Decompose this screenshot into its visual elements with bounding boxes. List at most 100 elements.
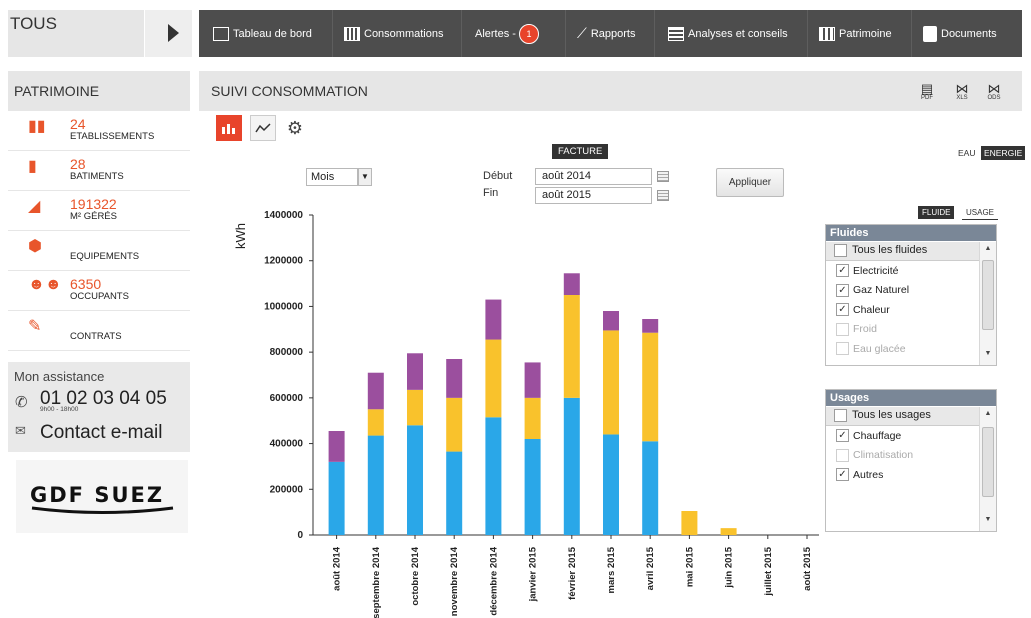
calendar-icon[interactable] [657,171,669,182]
bar-segment [407,425,423,535]
x-tick-label: février 2015 [567,546,578,600]
usages-option[interactable]: Climatisation [836,448,914,462]
usages-scrollbar[interactable]: ▲ ▼ [979,407,996,531]
scroll-thumb[interactable] [982,260,994,330]
bar-segment [367,372,384,410]
patrimoine-icon [819,26,835,41]
export-xls-button[interactable]: ⋈ XLS [952,82,972,101]
fluides-option[interactable]: ✓ Gaz Naturel [836,283,909,297]
nav-label: Rapports [590,27,636,40]
x-tick-label: août 2014 [332,546,343,591]
bar-segment [603,330,619,435]
fluides-option[interactable]: Eau glacée [836,342,906,355]
stat-label: EQUIPEMENTS [70,251,140,262]
checkbox[interactable] [834,409,847,422]
checkbox[interactable] [836,322,849,336]
period-select[interactable]: Mois [306,168,358,186]
bar-segment [642,332,659,442]
contact-email-link[interactable]: Contact e-mail [40,422,163,444]
checkbox[interactable]: ✓ [836,264,849,277]
debut-input[interactable]: août 2014 [535,168,652,185]
logo-swoosh [31,506,174,514]
bar-segment [367,435,384,535]
bar-segment [485,417,502,535]
nav-rapports[interactable]: ⟋ Rapports [567,10,655,57]
y-tick-label: 200000 [270,484,304,495]
scroll-thumb[interactable] [982,427,994,497]
x-tick-label: octobre 2014 [410,546,421,605]
analysis-icon [668,26,684,41]
checkbox[interactable] [834,244,847,257]
fluides-option[interactable]: ✓ Electricité [836,264,899,277]
scroll-down-icon[interactable]: ▼ [980,350,996,362]
checkbox[interactable]: ✓ [836,303,849,316]
bar-segment [563,295,580,398]
people-icon: ☻☻ [28,276,62,293]
bar-segment [720,528,737,535]
mail-icon: ✉ [15,423,26,438]
export-ods-button[interactable]: ⋈ ODS [984,81,1004,101]
usages-all-row[interactable]: Tous les usages [826,407,979,426]
surface-icon: ◢ [28,198,41,215]
nav-tableau-de-bord[interactable]: Tableau de bord [207,10,333,57]
ods-icon: ⋈ [987,81,1001,96]
fluides-all-row[interactable]: Tous les fluides [826,242,979,261]
bar-chart-view-button[interactable] [216,115,242,141]
bar-segment [407,389,423,426]
usages-option[interactable]: ✓ Chauffage [836,429,901,442]
consumption-chart: 0 200000 400000 600000 800000 1000000 1200000 1… [233,210,819,618]
usages-panel: Usages Tous les usages ✓ Chauffage Climati… [825,389,997,532]
usages-option[interactable]: ✓ Autres [836,468,883,481]
fluides-option-label: Electricité [853,264,899,277]
stat-number: 6350 [70,276,102,292]
bar-segment [446,397,463,452]
checkbox[interactable] [836,342,849,355]
scroll-up-icon[interactable]: ▲ [980,410,996,422]
line-chart-view-button[interactable] [250,115,276,141]
apply-button[interactable]: Appliquer [716,168,784,197]
nav-label: Tableau de bord [233,27,312,40]
usages-option-label: Autres [853,468,884,481]
fluides-option-label: Chaleur [853,303,890,316]
play-arrow-icon [168,24,179,42]
bar-segment [446,451,463,535]
nav-documents[interactable]: Documents [913,10,1022,57]
nav-label: Documents [941,27,997,40]
settings-button[interactable]: ⚙ [282,115,308,141]
checkbox[interactable]: ✓ [836,283,849,297]
scroll-up-icon[interactable]: ▲ [980,245,996,257]
usage-tab[interactable]: USAGE [962,206,999,220]
export-pdf-button[interactable]: ▤ PDF [917,82,937,101]
assistance-title: Mon assistance [14,369,105,384]
eau-tab[interactable]: EAU [955,146,978,160]
document-icon [923,25,937,42]
usages-option-label: Climatisation [853,449,914,461]
building-icon: ▮ [28,158,37,175]
x-tick-label: novembre 2014 [449,546,460,616]
nav-consommations[interactable]: Consommations [334,10,462,57]
chevron-down-icon[interactable]: ▼ [358,168,372,186]
stat-number: 191322 [70,196,117,212]
stat-label: M² GÉRÉS [70,211,117,222]
nav-alertes[interactable]: Alertes -1 [463,10,566,57]
y-tick-label: 400000 [270,439,304,450]
nav-label: Alertes - [475,27,516,40]
checkbox[interactable]: ✓ [836,429,849,442]
nav-patrimoine[interactable]: Patrimoine [809,10,912,57]
fluides-scrollbar[interactable]: ▲ ▼ [979,242,996,365]
nav-analyses-et-conseils[interactable]: Analyses et conseils [656,10,808,57]
scroll-down-icon[interactable]: ▼ [980,516,996,528]
facture-tab[interactable]: FACTURE [552,144,609,159]
energie-tab[interactable]: ENERGIE [981,146,1026,160]
y-tick-label: 1400000 [264,210,303,221]
bar-segment [642,319,659,333]
fluides-option[interactable]: ✓ Chaleur [836,303,890,316]
usages-all-label: Tous les usages [852,409,931,421]
fluides-option[interactable]: Froid [836,322,877,336]
fluides-option-label: Froid [853,323,877,335]
checkbox[interactable]: ✓ [836,468,849,481]
stat-number: 24 [70,116,86,132]
checkbox[interactable] [836,448,849,462]
fluides-option-label: Eau glacée [853,342,906,355]
fluide-tab[interactable]: FLUIDE [918,206,955,219]
